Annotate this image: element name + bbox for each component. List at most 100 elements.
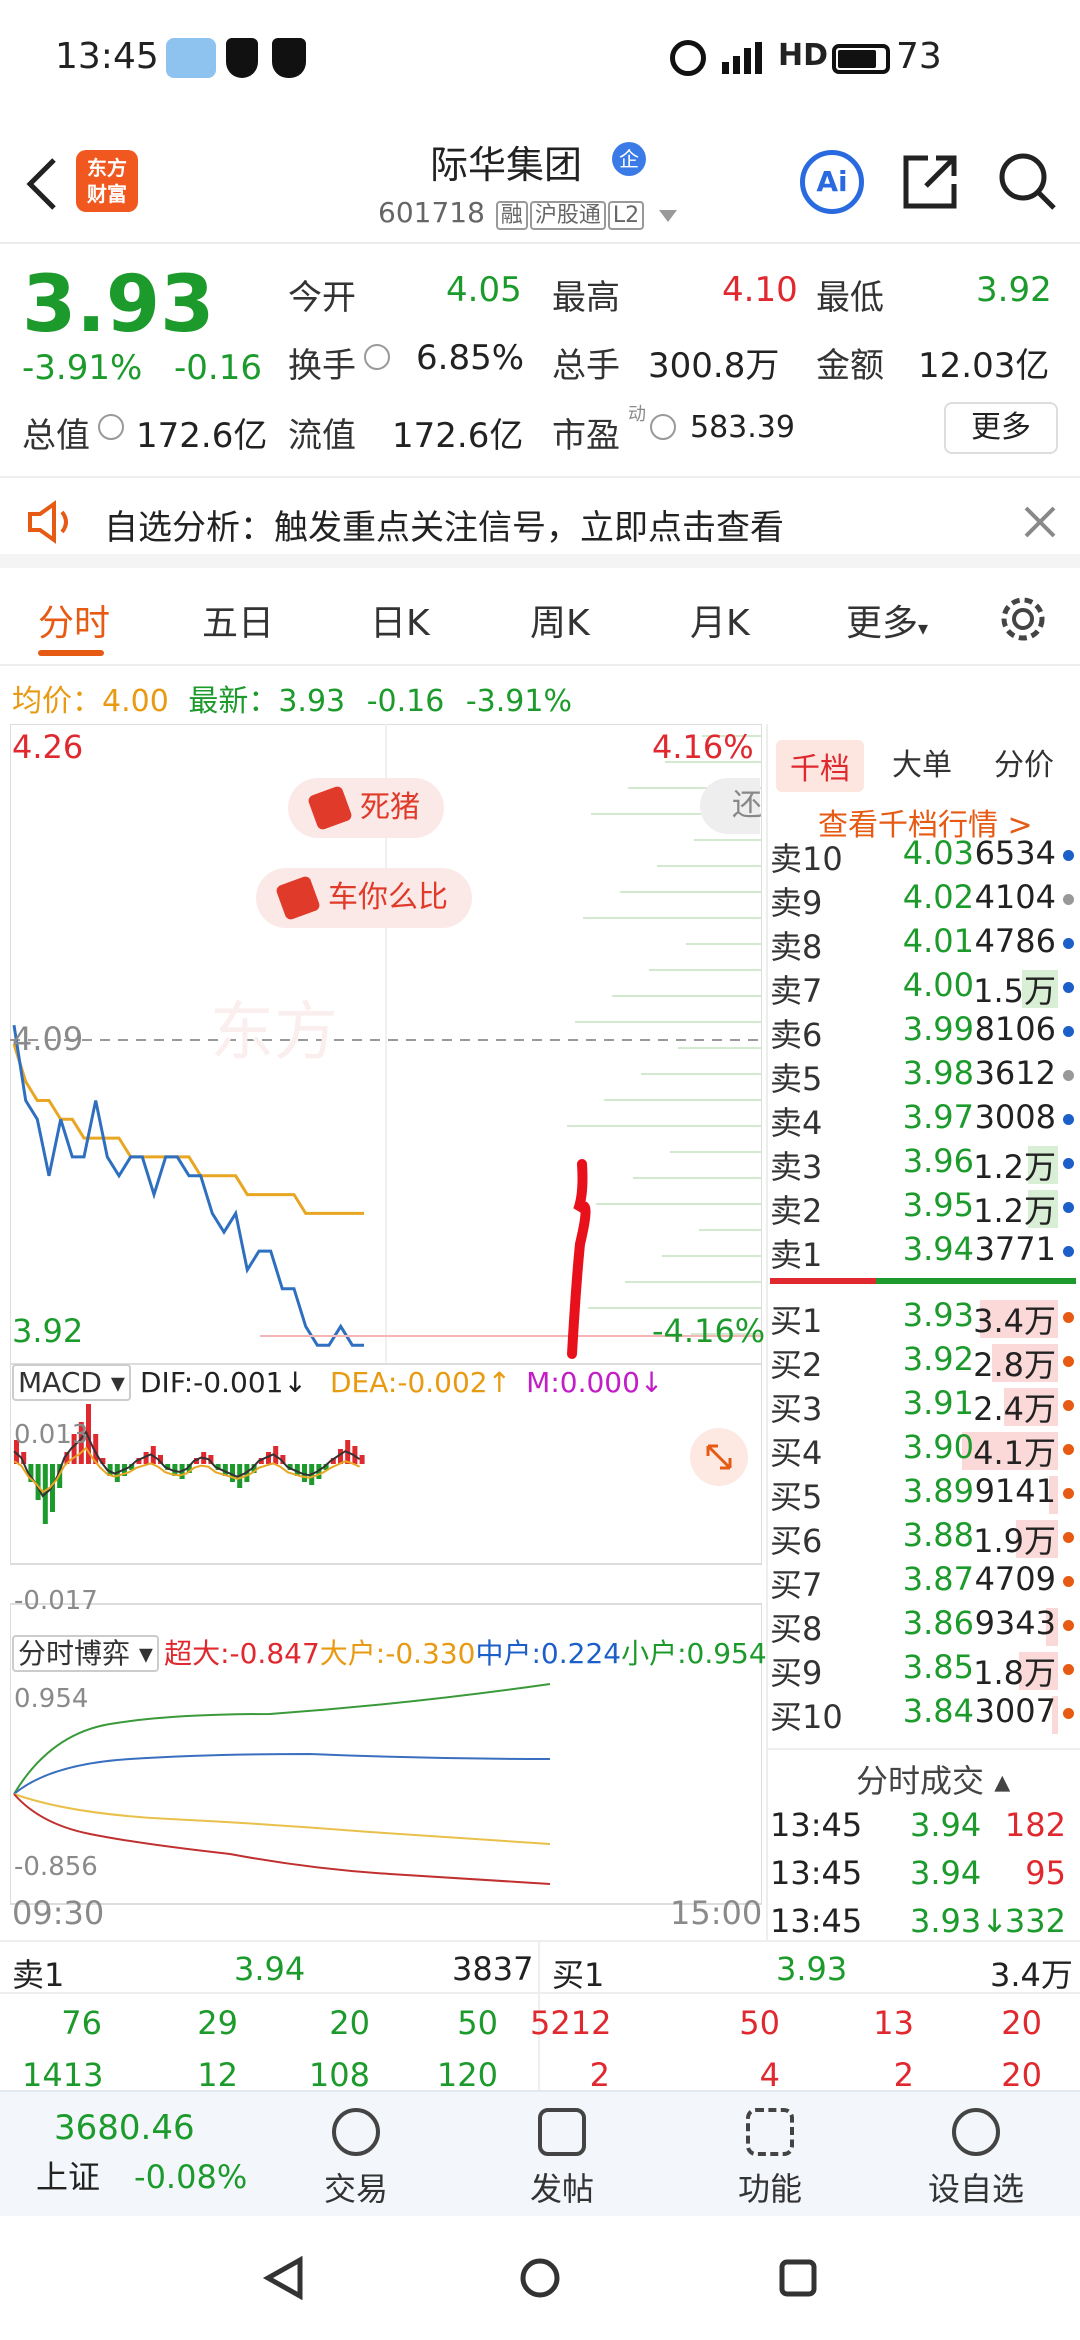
sell-level[interactable]: 卖1 3.94 3771	[770, 1230, 1076, 1274]
tab-monthly-k[interactable]: 月K	[690, 594, 750, 646]
latest-percent: -3.91%	[465, 684, 572, 719]
recents-square-icon[interactable]	[776, 2256, 820, 2304]
tab-weekly-k[interactable]: 周K	[530, 594, 590, 646]
level-name: 卖6	[770, 1016, 823, 1054]
tab-more[interactable]: 更多▾	[846, 594, 928, 646]
low-label: 最低	[816, 278, 884, 318]
level-price: 3.91	[902, 1384, 974, 1422]
sell-level[interactable]: 卖10 4.03 6534	[770, 834, 1076, 878]
flow-axis-bottom: -0.856	[14, 1852, 98, 1882]
sell-level[interactable]: 卖9 4.02 4104	[770, 878, 1076, 922]
info-icon[interactable]	[650, 414, 676, 440]
chevron-down-icon[interactable]	[659, 210, 677, 222]
buy-level[interactable]: 买9 3.85 1.8万	[770, 1648, 1076, 1692]
level-qty: 1.2万	[973, 1192, 1056, 1230]
app-logo[interactable]: 东方 财富	[76, 150, 138, 212]
nav-functions[interactable]: 功能	[710, 2108, 830, 2210]
level-price: 4.02	[902, 878, 974, 916]
ai-button[interactable]: Ai	[800, 150, 864, 214]
buy-level[interactable]: 买2 3.92 2.8万	[770, 1340, 1076, 1384]
nav-add-watchlist[interactable]: 设自选	[916, 2108, 1036, 2210]
info-icon[interactable]	[364, 344, 390, 370]
level-price: 4.01	[902, 922, 974, 960]
queue-cell: 120	[436, 2056, 498, 2094]
open-label: 今开	[288, 278, 356, 318]
tab-big-orders[interactable]: 大单	[892, 740, 952, 784]
more-quote-button[interactable]: 更多	[944, 402, 1058, 454]
level-qty: 4786	[974, 922, 1056, 960]
flow-legend: 分时博弈 ▾ 超大:-0.847大户:-0.330中户:0.224小户:0.95…	[12, 1632, 767, 1672]
buy-level[interactable]: 买7 3.87 4709	[770, 1560, 1076, 1604]
nav-trade[interactable]: 交易	[296, 2108, 416, 2210]
flow-mid: 中户:0.224	[475, 1637, 622, 1670]
pct-axis-top: 4.16%	[652, 728, 754, 766]
level-dot	[1063, 1312, 1074, 1323]
turnover-label: 换手	[288, 346, 356, 386]
amount-label: 金额	[816, 346, 884, 386]
buy-level[interactable]: 买8 3.86 9343	[770, 1604, 1076, 1648]
buy-level[interactable]: 买5 3.89 9141	[770, 1472, 1076, 1516]
sell-level[interactable]: 卖4 3.97 3008	[770, 1098, 1076, 1142]
sell-level[interactable]: 卖2 3.95 1.2万	[770, 1186, 1076, 1230]
pe-dynamic-mark: 动	[628, 404, 646, 425]
info-icon[interactable]	[98, 414, 124, 440]
tab-five-day[interactable]: 五日	[202, 594, 274, 646]
macd-selector[interactable]: MACD ▾	[12, 1364, 131, 1401]
sell-level[interactable]: 卖6 3.99 8106	[770, 1010, 1076, 1054]
tag-margin: 融	[495, 201, 528, 230]
level-qty: 3007	[974, 1692, 1056, 1730]
tab-intraday[interactable]: 分时	[38, 594, 110, 646]
level-price: 3.90	[902, 1428, 974, 1466]
tab-depth-1000[interactable]: 千档	[776, 740, 864, 792]
level-dot	[1063, 1620, 1074, 1631]
avg-price: 4.00	[102, 684, 169, 719]
level-qty: 2.4万	[973, 1390, 1056, 1428]
queue-cell: 12	[197, 2056, 238, 2094]
more-dots-icon	[952, 2108, 1000, 2156]
sell-level[interactable]: 卖8 4.01 4786	[770, 922, 1076, 966]
tick-price: 3.94	[910, 1854, 982, 1892]
sell-level[interactable]: 卖7 4.00 1.5万	[770, 966, 1076, 1010]
float-label: 流值	[288, 416, 356, 456]
buy-level[interactable]: 买3 3.91 2.4万	[770, 1384, 1076, 1428]
level-qty: 4709	[974, 1560, 1056, 1598]
expand-icon[interactable]	[690, 1428, 748, 1486]
level-price: 3.84	[902, 1692, 974, 1730]
tab-price-dist[interactable]: 分价	[994, 740, 1054, 784]
flow-large: 大户:-0.330	[319, 1637, 476, 1670]
sell-level[interactable]: 卖5 3.98 3612	[770, 1054, 1076, 1098]
level-name: 买9	[770, 1654, 823, 1692]
level-name: 买7	[770, 1566, 823, 1604]
level-price: 4.00	[902, 966, 974, 1004]
level-dot	[1063, 894, 1074, 905]
nav-post[interactable]: 发帖	[502, 2108, 622, 2210]
comment-bubble[interactable]: 车你么比	[256, 868, 472, 928]
tab-daily-k[interactable]: 日K	[370, 594, 430, 646]
search-icon[interactable]	[996, 150, 1060, 218]
buy-level[interactable]: 买6 3.88 1.9万	[770, 1516, 1076, 1560]
tick-time: 13:45	[770, 1854, 863, 1892]
gear-icon[interactable]	[998, 594, 1048, 648]
book-divider-red	[770, 1278, 876, 1284]
share-icon[interactable]	[900, 152, 960, 216]
back-arrow-icon[interactable]	[22, 156, 62, 216]
buy-level[interactable]: 买1 3.93 3.4万	[770, 1296, 1076, 1340]
buy-level[interactable]: 买4 3.90 4.1万	[770, 1428, 1076, 1472]
close-icon[interactable]	[1022, 504, 1058, 544]
index-ticker[interactable]: 3680.46 上证 -0.08%	[36, 2108, 247, 2198]
level-price: 3.86	[902, 1604, 974, 1642]
level-dot	[1063, 1356, 1074, 1367]
sell-level[interactable]: 卖3 3.96 1.2万	[770, 1142, 1076, 1186]
buy-level[interactable]: 买10 3.84 3007	[770, 1692, 1076, 1736]
level-name: 卖8	[770, 928, 823, 966]
yen-shield-icon	[226, 38, 258, 78]
stock-code-line[interactable]: 601718 融沪股通 L2	[378, 196, 677, 230]
comment-bubble[interactable]: 死猪	[288, 778, 444, 838]
annotation-stroke	[567, 1159, 591, 1359]
home-circle-icon[interactable]	[518, 2256, 562, 2304]
comment-bubble-partial[interactable]: 还	[700, 778, 762, 834]
queue-buy-label: 买1	[552, 1956, 605, 1994]
flow-selector[interactable]: 分时博弈 ▾	[12, 1635, 159, 1672]
back-triangle-icon[interactable]	[262, 2255, 306, 2304]
ticks-title[interactable]: 分时成交 ▴	[856, 1756, 1010, 1802]
